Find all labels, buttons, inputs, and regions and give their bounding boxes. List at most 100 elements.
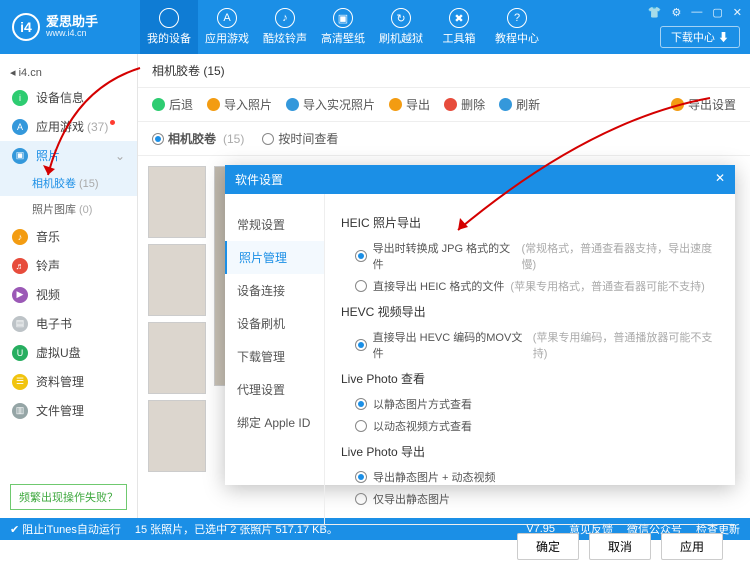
help-link[interactable]: 频繁出现操作失败？: [10, 484, 127, 510]
ok-button[interactable]: 确定: [517, 533, 579, 560]
app-name: 爱思助手: [46, 15, 98, 29]
sidebar-device-info[interactable]: i设备信息: [0, 83, 137, 112]
nav-ringtones[interactable]: ♪酷炫铃声: [256, 0, 314, 54]
page-title: 相机胶卷 (15): [138, 54, 750, 88]
radio-off-icon: [355, 493, 367, 505]
export-button[interactable]: 导出: [389, 96, 430, 113]
image-icon: ▣: [333, 8, 353, 28]
live-view-opt-static[interactable]: 以静态图片方式查看: [341, 393, 719, 415]
radio-off-icon: [262, 133, 274, 145]
folder-icon: ▥: [12, 403, 28, 419]
sidebar-camera-roll[interactable]: 相机胶卷(15): [0, 170, 137, 196]
settings-icon[interactable]: ⚙: [672, 6, 682, 19]
settings-modal: 软件设置 ✕ 常规设置 照片管理 设备连接 设备刷机 下载管理 代理设置 绑定 …: [225, 165, 735, 485]
back-icon: [152, 98, 165, 111]
cancel-button[interactable]: 取消: [589, 533, 651, 560]
info-icon: i: [12, 90, 28, 106]
download-center-button[interactable]: 下载中心 ⬇: [660, 26, 740, 48]
radio-on-icon: [355, 339, 367, 351]
radio-on-icon: [355, 250, 367, 262]
itunes-toggle[interactable]: ✔ 阻止iTunes自动运行: [10, 521, 121, 537]
refresh-button[interactable]: 刷新: [499, 96, 540, 113]
nav-toolbox[interactable]: ✖工具箱: [430, 0, 488, 54]
photo-thumbnail[interactable]: [148, 166, 206, 238]
settings-tab-device-flash[interactable]: 设备刷机: [225, 307, 324, 340]
music-icon: ♪: [12, 229, 28, 245]
modal-close-button[interactable]: ✕: [715, 171, 725, 188]
app-header: i4 爱思助手 www.i4.cn 我的设备 A应用游戏 ♪酷炫铃声 ▣高清壁纸…: [0, 0, 750, 54]
settings-tab-general[interactable]: 常规设置: [225, 208, 324, 241]
heic-opt-heic[interactable]: 直接导出 HEIC 格式的文件(苹果专用格式，普通查看器可能不支持): [341, 275, 719, 297]
chevron-down-icon: ⌄: [115, 149, 125, 163]
settings-tab-download[interactable]: 下载管理: [225, 340, 324, 373]
delete-button[interactable]: 删除: [444, 96, 485, 113]
back-button[interactable]: 后退: [152, 96, 193, 113]
help-icon: ?: [507, 8, 527, 28]
top-nav: 我的设备 A应用游戏 ♪酷炫铃声 ▣高清壁纸 ↻刷机越狱 ✖工具箱 ?教程中心: [140, 0, 546, 54]
view-by-time[interactable]: 按时间查看: [262, 130, 338, 147]
settings-tab-device-connect[interactable]: 设备连接: [225, 274, 324, 307]
photos-icon: ▣: [12, 148, 28, 164]
heic-opt-jpg[interactable]: 导出时转换成 JPG 格式的文件(常规格式，普通查看器支持，导出速度慢): [341, 237, 719, 275]
photo-thumbnail[interactable]: [148, 244, 206, 316]
live-view-opt-video[interactable]: 以动态视频方式查看: [341, 415, 719, 437]
settings-tab-proxy[interactable]: 代理设置: [225, 373, 324, 406]
gear-icon: [671, 98, 684, 111]
photo-thumbnail[interactable]: [148, 322, 206, 394]
sidebar-ringtones[interactable]: ♬铃声: [0, 251, 137, 280]
refresh-icon: [499, 98, 512, 111]
sidebar: ◂ i4.cn i设备信息 A应用游戏(37) ▣照片⌄ 相机胶卷(15) 照片…: [0, 54, 138, 518]
live-export-opt-both[interactable]: 导出静态图片 + 动态视频: [341, 466, 719, 488]
sidebar-udisk[interactable]: U虚拟U盘: [0, 338, 137, 367]
export-settings-button[interactable]: 导出设置: [671, 96, 736, 113]
breadcrumb[interactable]: ◂ i4.cn: [0, 62, 137, 83]
bell-icon: ♪: [275, 8, 295, 28]
settings-tab-photo[interactable]: 照片管理: [225, 241, 324, 274]
apply-button[interactable]: 应用: [661, 533, 723, 560]
heic-section-title: HEIC 照片导出: [341, 214, 719, 231]
view-camera-roll[interactable]: 相机胶卷(15): [152, 130, 244, 147]
skin-icon[interactable]: 👕: [648, 6, 662, 19]
export-icon: [389, 98, 402, 111]
radio-on-icon: [355, 471, 367, 483]
apple-icon: [159, 8, 179, 28]
sidebar-photos[interactable]: ▣照片⌄: [0, 141, 137, 170]
settings-tab-appleid[interactable]: 绑定 Apple ID: [225, 406, 324, 439]
live-view-section-title: Live Photo 查看: [341, 370, 719, 387]
import-button[interactable]: 导入照片: [207, 96, 272, 113]
brush-icon: ↻: [391, 8, 411, 28]
tools-icon: ✖: [449, 8, 469, 28]
nav-tutorials[interactable]: ?教程中心: [488, 0, 546, 54]
sidebar-ebooks[interactable]: ▤电子书: [0, 309, 137, 338]
sidebar-files[interactable]: ▥文件管理: [0, 396, 137, 425]
logo: i4 爱思助手 www.i4.cn: [0, 13, 140, 41]
close-icon[interactable]: ✕: [733, 6, 742, 19]
hevc-section-title: HEVC 视频导出: [341, 303, 719, 320]
profile-icon: ☰: [12, 374, 28, 390]
video-icon: ▶: [12, 287, 28, 303]
nav-my-device[interactable]: 我的设备: [140, 0, 198, 54]
nav-jailbreak[interactable]: ↻刷机越狱: [372, 0, 430, 54]
modal-sidebar: 常规设置 照片管理 设备连接 设备刷机 下载管理 代理设置 绑定 Apple I…: [225, 194, 325, 524]
appstore-icon: A: [217, 8, 237, 28]
book-icon: ▤: [12, 316, 28, 332]
app-url: www.i4.cn: [46, 29, 98, 39]
minimize-icon[interactable]: —: [691, 6, 702, 19]
sidebar-apps[interactable]: A应用游戏(37): [0, 112, 137, 141]
radio-off-icon: [355, 280, 367, 292]
hevc-opt-direct[interactable]: 直接导出 HEVC 编码的MOV文件(苹果专用编码，普通播放器可能不支持): [341, 326, 719, 364]
modal-footer: 确定 取消 应用: [225, 524, 735, 568]
maximize-icon[interactable]: ▢: [712, 6, 722, 19]
live-export-section-title: Live Photo 导出: [341, 443, 719, 460]
photo-thumbnail[interactable]: [148, 400, 206, 472]
sidebar-music[interactable]: ♪音乐: [0, 222, 137, 251]
modal-content: HEIC 照片导出 导出时转换成 JPG 格式的文件(常规格式，普通查看器支持，…: [325, 194, 735, 524]
live-export-opt-static[interactable]: 仅导出静态图片: [341, 488, 719, 510]
window-controls: 👕 ⚙ — ▢ ✕: [648, 6, 742, 19]
sidebar-data[interactable]: ☰资料管理: [0, 367, 137, 396]
import-live-button[interactable]: 导入实况照片: [286, 96, 375, 113]
sidebar-photo-library[interactable]: 照片图库(0): [0, 196, 137, 222]
nav-apps[interactable]: A应用游戏: [198, 0, 256, 54]
nav-wallpapers[interactable]: ▣高清壁纸: [314, 0, 372, 54]
sidebar-video[interactable]: ▶视频: [0, 280, 137, 309]
